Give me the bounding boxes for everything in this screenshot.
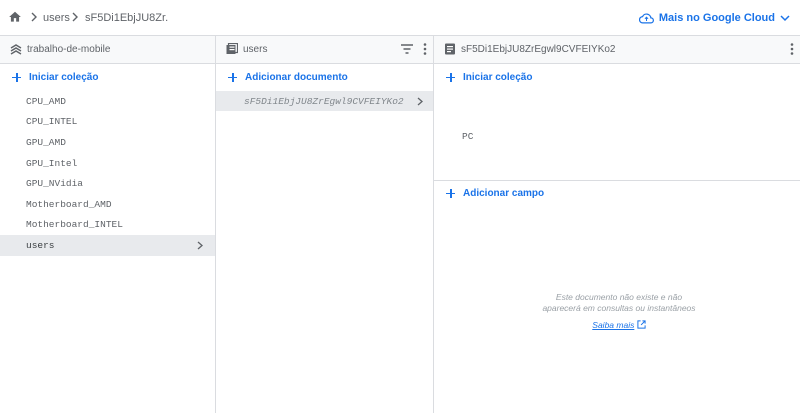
collection-item[interactable]: GPU_AMD — [0, 132, 215, 153]
collection-panel-title: users — [243, 44, 268, 55]
collection-list: CPU_AMD CPU_INTEL GPU_AMD GPU_Intel GPU_… — [0, 91, 215, 256]
chevron-right-icon — [417, 97, 423, 106]
breadcrumb-collection[interactable]: users — [43, 11, 70, 25]
add-document-label: Adicionar documento — [245, 71, 348, 83]
empty-message-line1: Este documento não existe e não — [555, 292, 683, 302]
start-subcollection-button[interactable]: Iniciar coleção — [446, 70, 532, 84]
chevron-down-icon — [780, 15, 790, 22]
start-collection-button[interactable]: Iniciar coleção — [12, 70, 98, 84]
google-cloud-link[interactable]: Mais no Google Cloud — [638, 9, 790, 27]
subcollection-item[interactable]: PC — [462, 131, 473, 142]
add-field-button[interactable]: Adicionar campo — [446, 186, 544, 200]
document-panel-header: sF5Di1EbjJU8ZrEgwl9CVFEIYKo2 — [434, 36, 800, 64]
learn-more-label: Saiba mais — [592, 320, 635, 330]
collection-label: Motherboard_AMD — [26, 198, 112, 210]
document-icon — [445, 43, 455, 55]
root-panel: trabalho-de-mobile Iniciar coleção CPU_A… — [0, 36, 216, 413]
google-cloud-link-label: Mais no Google Cloud — [658, 12, 775, 24]
start-collection-label: Iniciar coleção — [29, 71, 99, 83]
collection-label: users — [26, 239, 55, 251]
root-panel-title: trabalho-de-mobile — [27, 44, 111, 55]
collection-item-selected[interactable]: users — [0, 235, 215, 256]
open-in-new-icon — [637, 320, 646, 329]
cloud-icon — [638, 12, 654, 24]
collection-panel-header: users — [216, 36, 433, 64]
chevron-right-icon — [31, 12, 37, 22]
filter-icon[interactable] — [401, 44, 413, 54]
home-icon[interactable] — [8, 10, 22, 24]
start-subcollection-label: Iniciar coleção — [463, 71, 533, 83]
document-panel: sF5Di1EbjJU8ZrEgwl9CVFEIYKo2 Iniciar col… — [434, 36, 800, 413]
more-vert-icon[interactable] — [790, 43, 794, 55]
add-field-label: Adicionar campo — [463, 187, 545, 199]
plus-icon — [446, 72, 455, 82]
document-id: sF5Di1EbjJU8ZrEgwl9CVFEIYKo2 — [244, 95, 404, 107]
collection-label: Motherboard_INTEL — [26, 219, 123, 231]
learn-more-link[interactable]: Saiba mais — [494, 320, 744, 330]
collection-label: GPU_AMD — [26, 136, 66, 148]
breadcrumb-bar: users sF5Di1EbjJU8Zr. Mais no Google Clo… — [0, 0, 800, 36]
collection-label: GPU_Intel — [26, 157, 78, 169]
document-item-selected[interactable]: sF5Di1EbjJU8ZrEgwl9CVFEIYKo2 — [216, 91, 433, 111]
chevron-right-icon — [72, 12, 78, 22]
add-document-button[interactable]: Adicionar documento — [228, 70, 348, 84]
collection-item[interactable]: Motherboard_AMD — [0, 194, 215, 215]
empty-message-line2: aparecerá em consultas ou instantâneos — [542, 303, 696, 313]
empty-document-message: Este documento não existe e não aparecer… — [494, 292, 744, 314]
database-icon — [10, 44, 22, 55]
document-panel-title: sF5Di1EbjJU8ZrEgwl9CVFEIYKo2 — [461, 44, 616, 55]
root-panel-header: trabalho-de-mobile — [0, 36, 215, 64]
plus-icon — [12, 72, 21, 82]
collection-label: CPU_AMD — [26, 95, 66, 107]
plus-icon — [446, 188, 455, 198]
breadcrumb-document[interactable]: sF5Di1EbjJU8Zr. — [85, 11, 168, 25]
collection-panel: users Adicionar documento sF5Di1EbjJU8Zr… — [216, 36, 434, 413]
plus-icon — [228, 72, 237, 82]
collection-item[interactable]: CPU_INTEL — [0, 112, 215, 133]
collection-item[interactable]: GPU_Intel — [0, 153, 215, 174]
divider — [434, 180, 800, 181]
more-vert-icon[interactable] — [423, 43, 427, 55]
collection-item[interactable]: Motherboard_INTEL — [0, 215, 215, 236]
collection-item[interactable]: CPU_AMD — [0, 91, 215, 112]
collection-label: CPU_INTEL — [26, 116, 78, 128]
collection-item[interactable]: GPU_NVidia — [0, 173, 215, 194]
collection-icon — [226, 43, 238, 54]
chevron-right-icon — [197, 241, 203, 250]
collection-label: GPU_NVidia — [26, 178, 84, 190]
